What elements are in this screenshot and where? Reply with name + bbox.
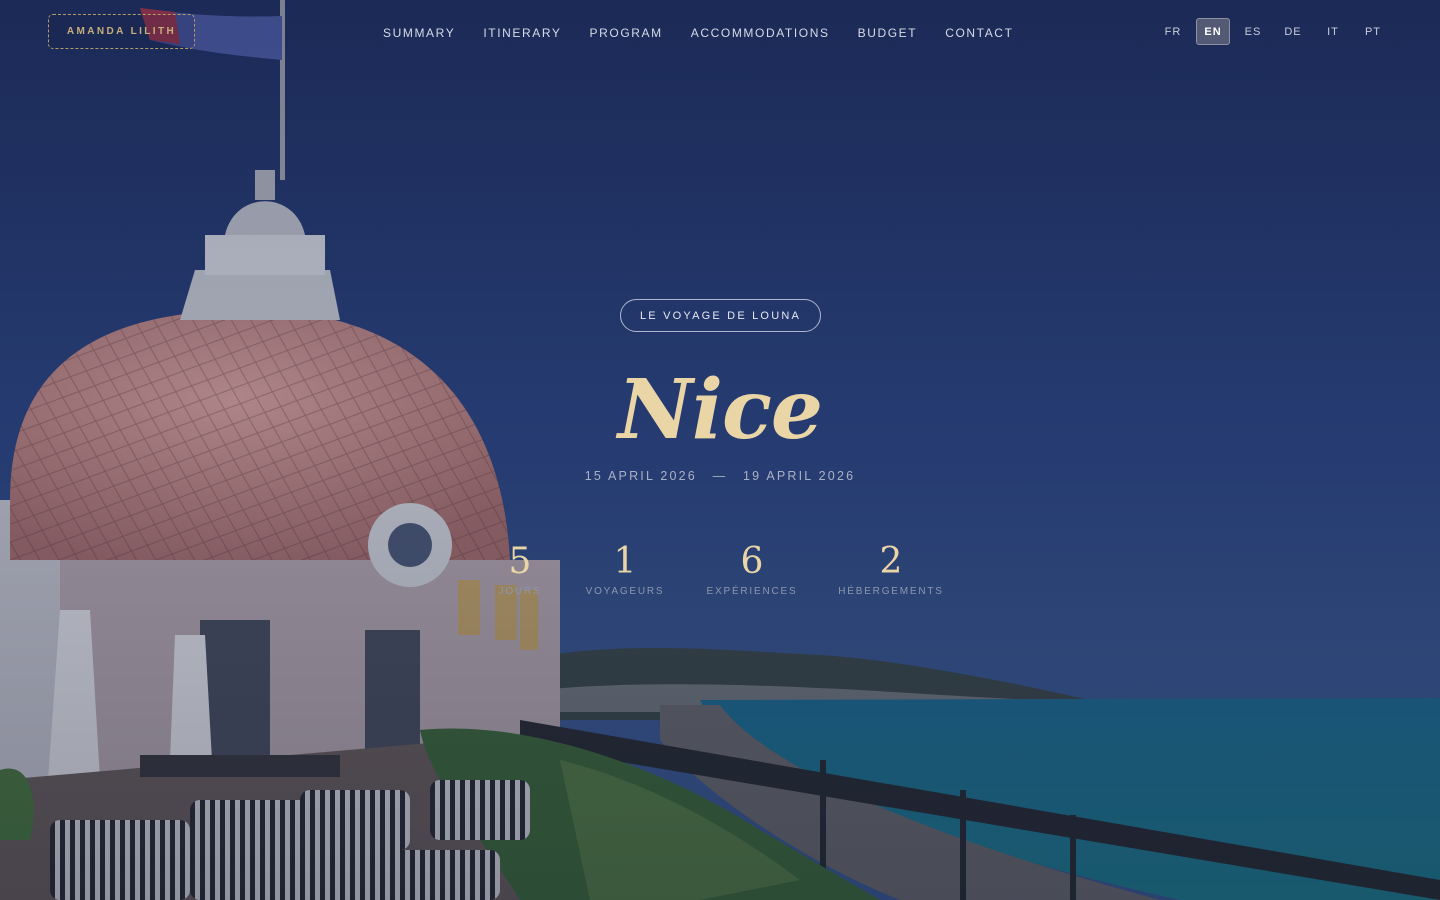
nav-budget[interactable]: BUDGET bbox=[858, 26, 918, 40]
stat-accommodations-value: 2 bbox=[879, 541, 903, 582]
main-nav: SUMMARY ITINERARY PROGRAM ACCOMMODATIONS… bbox=[383, 26, 1042, 40]
trip-dates: 15 APRIL 2026 — 19 APRIL 2026 bbox=[520, 469, 920, 483]
stat-travelers: 1 VOYAGEURS bbox=[586, 540, 665, 597]
nav-summary[interactable]: SUMMARY bbox=[383, 26, 455, 40]
stat-experiences: 6 EXPÉRIENCES bbox=[707, 540, 798, 597]
lang-es[interactable]: ES bbox=[1236, 18, 1270, 45]
brand-logo[interactable]: AMANDA LILITH bbox=[48, 14, 195, 49]
date-start: 15 APRIL 2026 bbox=[584, 469, 697, 483]
stat-days-value: 5 bbox=[508, 541, 532, 582]
stat-travelers-value: 1 bbox=[613, 541, 637, 582]
brand-name: AMANDA LILITH bbox=[66, 26, 177, 37]
trip-stats: 5 JOURS 1 VOYAGEURS 6 EXPÉRIENCES 2 HÉBE… bbox=[0, 540, 1440, 610]
nav-program[interactable]: PROGRAM bbox=[590, 26, 663, 40]
lang-de[interactable]: DE bbox=[1276, 18, 1310, 45]
trip-badge-label: LE VOYAGE DE LOUNA bbox=[639, 309, 802, 322]
trip-badge: LE VOYAGE DE LOUNA bbox=[620, 299, 821, 332]
stat-days: 5 JOURS bbox=[499, 540, 542, 597]
nav-itinerary[interactable]: ITINERARY bbox=[483, 26, 561, 40]
date-end: 19 APRIL 2026 bbox=[743, 469, 856, 483]
lang-fr[interactable]: FR bbox=[1156, 18, 1190, 45]
stat-travelers-label: VOYAGEURS bbox=[585, 586, 665, 597]
stat-days-label: JOURS bbox=[498, 586, 542, 597]
stat-accommodations: 2 HÉBERGEMENTS bbox=[838, 540, 944, 597]
lang-pt[interactable]: PT bbox=[1356, 18, 1390, 45]
stat-experiences-value: 6 bbox=[740, 541, 764, 582]
language-switcher: FR EN ES DE IT PT bbox=[1156, 18, 1390, 45]
stat-accommodations-label: HÉBERGEMENTS bbox=[838, 586, 944, 597]
date-separator: — bbox=[712, 469, 728, 483]
lang-en[interactable]: EN bbox=[1196, 18, 1230, 45]
nav-accommodations[interactable]: ACCOMMODATIONS bbox=[691, 26, 830, 40]
stat-experiences-label: EXPÉRIENCES bbox=[706, 586, 798, 597]
destination-title: Nice bbox=[617, 362, 823, 458]
nav-contact[interactable]: CONTACT bbox=[945, 26, 1013, 40]
lang-it[interactable]: IT bbox=[1316, 18, 1350, 45]
